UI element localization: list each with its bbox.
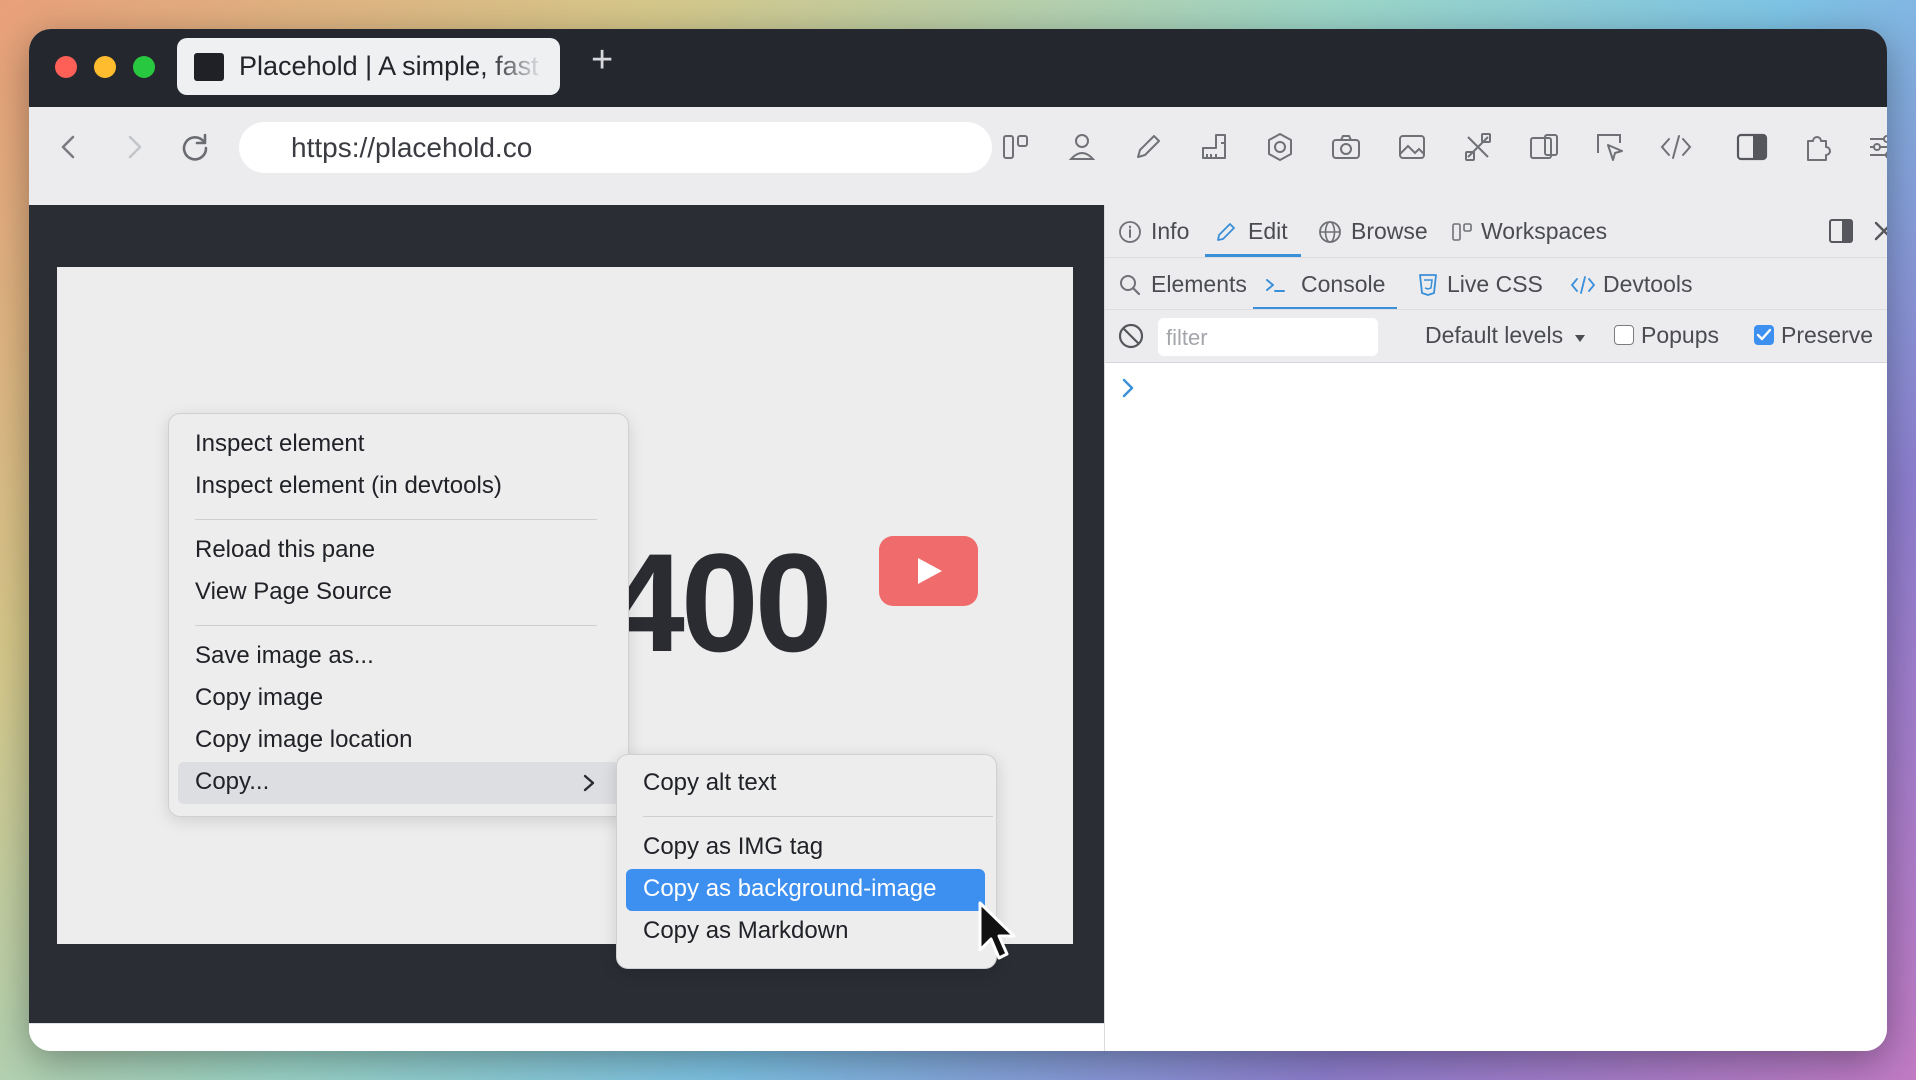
minimize-window-button[interactable] [94,56,116,78]
tab-console[interactable]: Console [1253,258,1397,310]
info-icon [1119,221,1141,243]
search-icon [1120,275,1141,296]
sliders-icon[interactable] [1865,129,1887,165]
reload-button[interactable] [177,129,213,170]
tab-devtools[interactable]: Devtools [1565,258,1715,310]
filter-placeholder: filter [1166,325,1208,350]
menu-separator [643,816,993,817]
popups-checkbox[interactable] [1614,325,1634,345]
mouse-cursor-icon [978,901,1016,960]
console-toolbar: filter Default levels Popups Preserve [1105,309,1887,363]
code-icon [1570,276,1596,294]
menu-item-inspect-devtools[interactable]: Inspect element (in devtools) [169,466,628,508]
title-bar: Placehold | A simple, fast + [29,29,1887,107]
url-text: https://placehold.co [291,132,533,163]
user-icon[interactable] [1064,129,1100,165]
tab-edit[interactable]: Edit [1205,205,1301,257]
submenu-item-copy-markdown[interactable]: Copy as Markdown [617,911,996,953]
page-footer-area [29,1023,1104,1051]
dock-side-icon[interactable] [1827,217,1855,245]
cursor-select-icon[interactable] [1592,129,1628,165]
devtools-top-tabs: Info Edit Browse Workspaces [1105,205,1887,257]
page-background: 400 Inspect element Inspect element (in … [29,205,1104,1023]
context-menu: Inspect element Inspect element (in devt… [168,413,629,817]
menu-item-copy-image-location[interactable]: Copy image location [169,720,628,762]
menu-item-copy-image[interactable]: Copy image [169,678,628,720]
copy-submenu: Copy alt text Copy as IMG tag Copy as ba… [616,754,997,969]
chevron-right-icon [583,774,595,792]
code-icon[interactable] [1658,129,1694,165]
favicon-icon [194,53,224,81]
submenu-item-copy-alt-text[interactable]: Copy alt text [617,763,996,805]
tab-elements[interactable]: Elements [1113,258,1247,310]
device-icon[interactable] [1526,129,1562,165]
popups-label: Popups [1641,322,1720,348]
menu-item-view-source[interactable]: View Page Source [169,572,628,614]
settings-icon[interactable] [1262,129,1298,165]
page-viewport: 400 Inspect element Inspect element (in … [29,205,1104,1051]
new-tab-button[interactable]: + [591,39,613,82]
tab-workspaces[interactable]: Workspaces [1445,205,1625,257]
reload-icon [182,133,208,161]
preserve-checkbox[interactable] [1754,325,1774,345]
pencil-icon[interactable] [1130,129,1166,165]
menu-separator [195,519,597,520]
tab-browse[interactable]: Browse [1313,205,1433,257]
extensions-icon[interactable] [1800,129,1836,165]
preserve-label: Preserve [1781,322,1874,348]
submenu-item-copy-background-image[interactable]: Copy as background-image [626,869,985,911]
menu-item-copy[interactable]: Copy... [178,762,619,804]
browser-toolbar: https://placehold.co [29,107,1887,205]
console-filter-input[interactable]: filter [1158,318,1378,356]
clear-console-icon[interactable] [1117,322,1145,350]
placeholder-number: 400 [607,524,833,681]
log-levels-dropdown[interactable]: Default levels [1425,322,1587,349]
placeholder-image[interactable]: 400 Inspect element Inspect element (in … [57,267,1073,969]
css-icon [1419,274,1437,296]
youtube-play-icon[interactable] [879,536,978,606]
submenu-item-copy-img-tag[interactable]: Copy as IMG tag [617,827,996,869]
panels-icon [1452,223,1472,241]
menu-item-save-image[interactable]: Save image as... [169,636,628,678]
menu-item-reload-pane[interactable]: Reload this pane [169,530,628,572]
address-bar[interactable]: https://placehold.co [239,122,992,173]
forward-button[interactable] [116,129,152,170]
image-icon[interactable] [1394,129,1430,165]
panels-icon[interactable] [998,129,1034,165]
maximize-window-button[interactable] [133,56,155,78]
camera-icon[interactable] [1328,129,1364,165]
browser-window: Placehold | A simple, fast + https://pla… [29,29,1887,1051]
tools-icon[interactable] [1460,129,1496,165]
log-levels-label: Default levels [1425,322,1564,348]
menu-separator [195,625,597,626]
browser-tab[interactable]: Placehold | A simple, fast [177,38,560,95]
tab-info[interactable]: Info [1113,205,1199,257]
chevron-right-icon [128,135,142,159]
caret-down-icon [1575,335,1586,342]
terminal-icon [1266,279,1285,292]
close-icon[interactable] [1871,218,1887,244]
console-prompt-icon[interactable] [1119,375,1139,401]
check-icon [1756,328,1772,341]
devtools-sub-tabs: Elements Console Live CSS Devtools [1105,257,1887,310]
ruler-icon[interactable] [1196,129,1232,165]
close-window-button[interactable] [55,56,77,78]
tab-title: Placehold | A simple, fast [239,51,539,81]
chevron-left-icon [61,135,75,159]
menu-item-inspect-element[interactable]: Inspect element [169,424,628,466]
pencil-icon [1217,223,1235,241]
tab-live-css[interactable]: Live CSS [1411,258,1551,310]
globe-icon [1319,221,1341,243]
back-button[interactable] [51,129,87,170]
devtools-panel: Info Edit Browse Workspaces Elements Con… [1104,205,1887,1051]
sidebar-icon[interactable] [1734,129,1770,165]
